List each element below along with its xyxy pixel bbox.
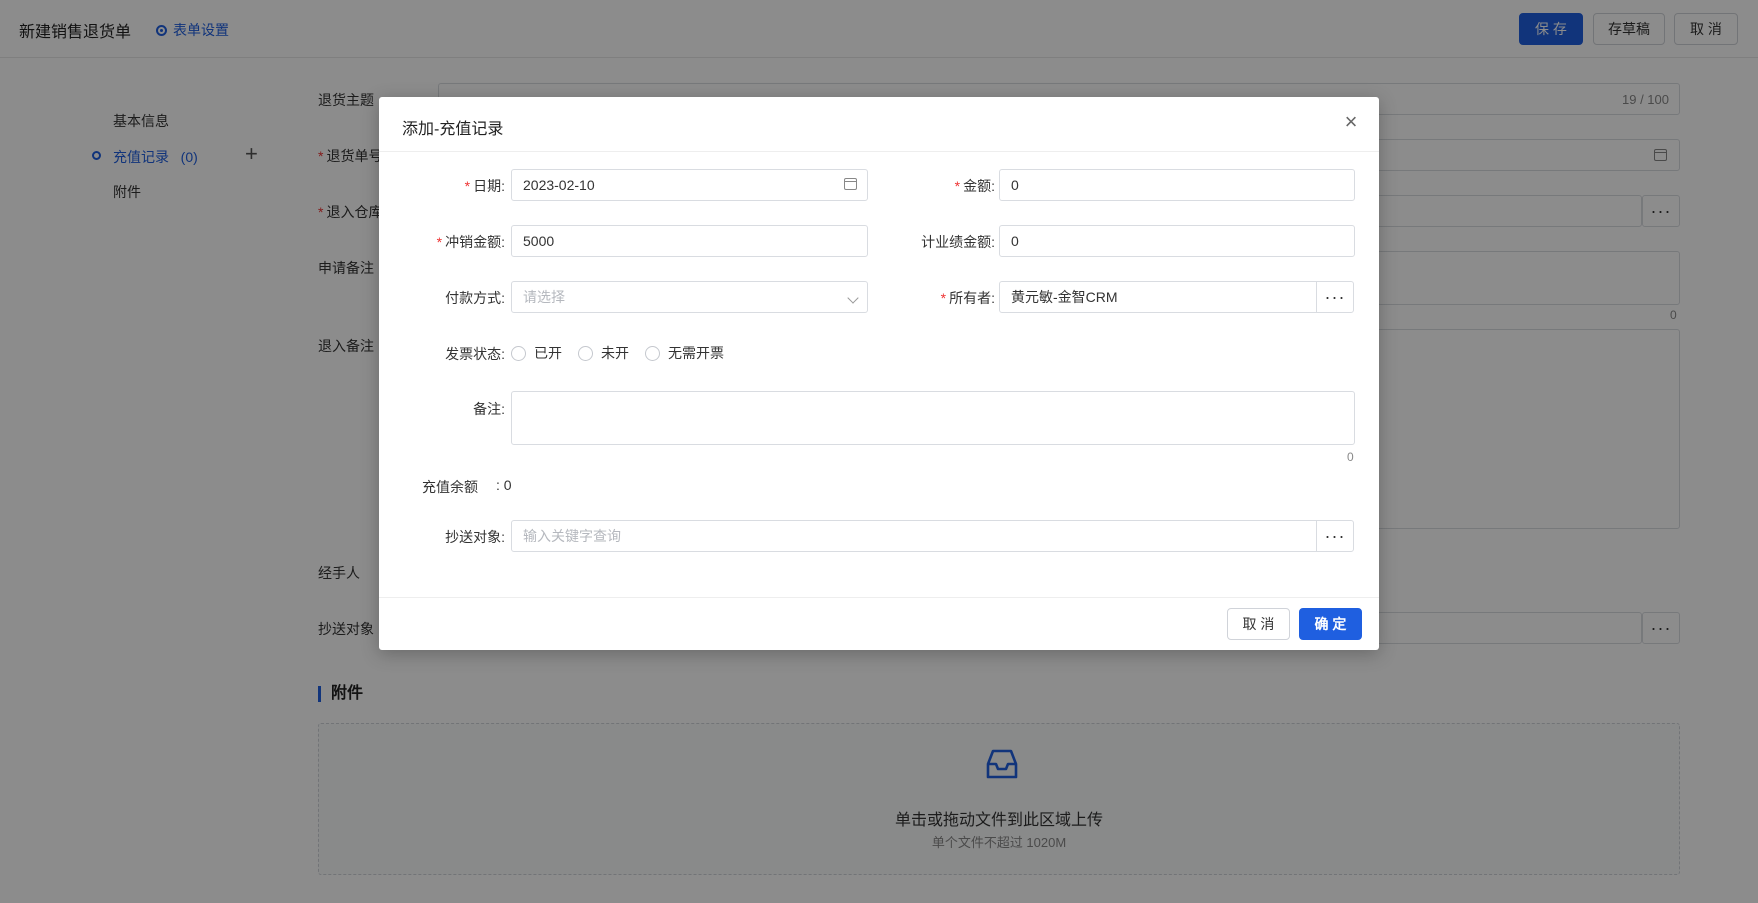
owner-more-button[interactable]: ··· xyxy=(1316,281,1354,313)
date-input[interactable]: 2023-02-10 xyxy=(511,169,868,201)
radio-circle[interactable] xyxy=(511,345,526,361)
payment-method-select[interactable]: 请选择 xyxy=(511,281,868,313)
add-recharge-dialog: 添加-充值记录 × * 日期: 2023-02-10 * 金额: 0 * 冲销金额: … xyxy=(379,97,1379,650)
amount-value: 0 xyxy=(1011,177,1019,193)
dialog-confirm-button[interactable]: 确 定 xyxy=(1299,608,1362,640)
amount-label: * 金额: xyxy=(954,178,995,194)
writeoff-value: 5000 xyxy=(523,233,555,249)
amount-input[interactable]: 0 xyxy=(999,169,1355,201)
balance-value: : 0 xyxy=(496,477,512,493)
writeoff-input[interactable]: 5000 xyxy=(511,225,868,257)
payment-method-label: 付款方式: xyxy=(445,290,505,306)
radio-circle[interactable] xyxy=(578,345,593,361)
cc-target-input[interactable]: 输入关键字查询 xyxy=(511,520,1317,552)
date-value: 2023-02-10 xyxy=(523,177,595,193)
remark-counter: 0 xyxy=(1347,450,1354,464)
performance-amount-value: 0 xyxy=(1011,233,1019,249)
remark-textarea[interactable] xyxy=(511,391,1355,445)
cc-target-more-button[interactable]: ··· xyxy=(1316,520,1354,552)
dialog-header: 添加-充值记录 × xyxy=(379,97,1379,152)
cc-target-label: 抄送对象: xyxy=(445,529,505,545)
chevron-down-icon xyxy=(847,282,859,312)
balance-label: 充值余额 xyxy=(422,479,478,495)
performance-amount-label: 计业绩金额: xyxy=(921,234,995,250)
radio-circle[interactable] xyxy=(645,345,660,361)
dialog-cancel-button[interactable]: 取 消 xyxy=(1227,608,1290,640)
payment-method-placeholder: 请选择 xyxy=(523,289,565,305)
owner-input[interactable]: 黄元敏-金智CRM xyxy=(999,281,1317,313)
dialog-footer: 取 消 确 定 xyxy=(379,597,1379,650)
close-icon[interactable]: × xyxy=(1341,111,1361,133)
cc-target-placeholder: 输入关键字查询 xyxy=(523,528,621,544)
invoice-not-issued-radio[interactable]: 未开 xyxy=(578,343,629,363)
owner-value: 黄元敏-金智CRM xyxy=(1011,289,1118,305)
owner-label: * 所有者: xyxy=(940,290,995,306)
invoice-issued-radio[interactable]: 已开 xyxy=(511,343,562,363)
writeoff-label: * 冲销金额: xyxy=(436,234,505,250)
invoice-not-required-label: 无需开票 xyxy=(668,345,724,361)
invoice-not-required-radio[interactable]: 无需开票 xyxy=(645,343,724,363)
dialog-title: 添加-充值记录 xyxy=(402,121,504,138)
invoice-not-issued-label: 未开 xyxy=(601,345,629,361)
performance-amount-input[interactable]: 0 xyxy=(999,225,1355,257)
invoice-status-label: 发票状态: xyxy=(445,346,505,362)
remark-label: 备注: xyxy=(473,401,505,417)
calendar-icon[interactable] xyxy=(844,170,857,200)
date-label: * 日期: xyxy=(464,178,505,194)
invoice-issued-label: 已开 xyxy=(534,345,562,361)
